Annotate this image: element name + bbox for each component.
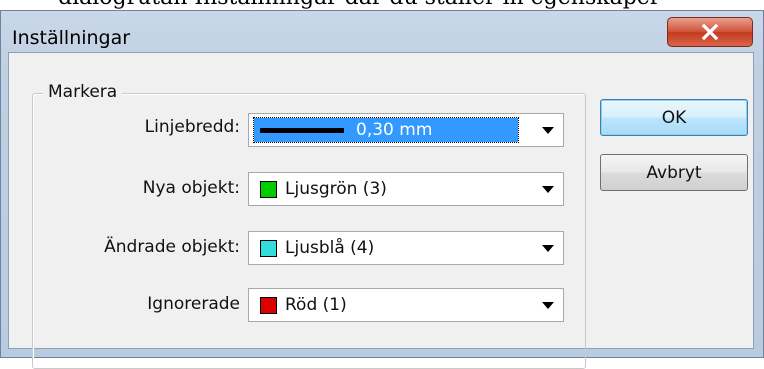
changed-objects-label: Ändrade objekt: bbox=[104, 237, 240, 257]
line-width-combobox[interactable]: 0,30 mm bbox=[248, 113, 564, 147]
ignored-selection: Röd (1) bbox=[254, 293, 518, 317]
chevron-down-icon[interactable] bbox=[542, 186, 554, 193]
new-objects-label: Nya objekt: bbox=[142, 178, 240, 198]
chevron-down-icon[interactable] bbox=[542, 127, 554, 134]
line-width-selection: 0,30 mm bbox=[253, 117, 519, 143]
new-objects-combobox[interactable]: Ljusgrön (3) bbox=[248, 172, 564, 206]
background-document-strip: dialogrutan Inställningar där du ställer… bbox=[0, 0, 764, 10]
line-width-sample bbox=[260, 127, 344, 133]
changed-objects-selection: Ljusblå (4) bbox=[254, 236, 518, 260]
new-objects-selection: Ljusgrön (3) bbox=[254, 177, 518, 201]
changed-objects-value: Ljusblå (4) bbox=[285, 238, 375, 258]
ignored-combobox[interactable]: Röd (1) bbox=[248, 288, 564, 322]
close-icon bbox=[701, 24, 719, 40]
ignored-label: Ignorerade bbox=[147, 294, 240, 314]
group-legend: Markera bbox=[43, 82, 123, 102]
chevron-down-icon[interactable] bbox=[542, 245, 554, 252]
new-objects-value: Ljusgrön (3) bbox=[285, 179, 387, 199]
ignored-value: Röd (1) bbox=[285, 295, 347, 315]
cancel-button[interactable]: Avbryt bbox=[600, 154, 748, 191]
cyan-swatch-icon bbox=[260, 239, 277, 257]
background-document-text: dialogrutan Inställningar där du ställer… bbox=[58, 0, 660, 10]
line-width-value: 0,30 mm bbox=[356, 120, 433, 140]
red-swatch-icon bbox=[260, 296, 277, 314]
line-width-label: Linjebredd: bbox=[144, 117, 240, 137]
green-swatch-icon bbox=[260, 180, 277, 198]
changed-objects-combobox[interactable]: Ljusblå (4) bbox=[248, 231, 564, 265]
chevron-down-icon[interactable] bbox=[542, 302, 554, 309]
dialog-title: Inställningar bbox=[12, 27, 131, 49]
ok-button[interactable]: OK bbox=[600, 99, 748, 136]
close-button[interactable] bbox=[667, 17, 753, 47]
